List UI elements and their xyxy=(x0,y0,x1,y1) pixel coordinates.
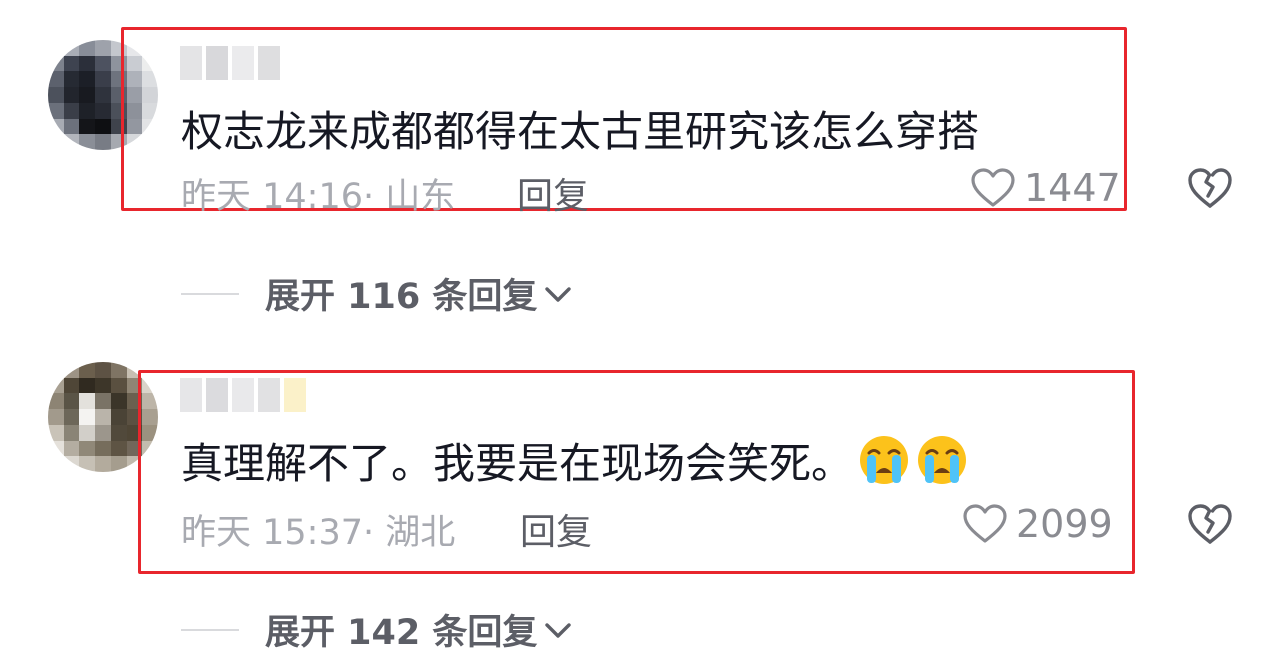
comment-text-content: 真理解不了。我要是在现场会笑死。 xyxy=(181,438,854,488)
comment-item-2: 真理解不了。我要是在现场会笑死。 昨天 15:37· 湖北 回复 2099 展开… xyxy=(0,340,1284,668)
heart-outline-icon xyxy=(971,168,1015,207)
divider-line xyxy=(181,292,239,295)
chevron-down-icon xyxy=(545,286,572,302)
like-count: 2099 xyxy=(1016,502,1113,546)
comment-meta: 昨天 14:16· 山东 xyxy=(181,177,456,217)
comment-text: 权志龙来成都都得在太古里研究该怎么穿搭 xyxy=(181,106,980,156)
broken-heart-icon[interactable] xyxy=(1186,502,1234,546)
expand-replies-button[interactable]: 展开 116 条回复 xyxy=(181,268,575,319)
broken-heart-icon[interactable] xyxy=(1186,166,1234,210)
comment-text: 真理解不了。我要是在现场会笑死。 xyxy=(181,432,969,488)
comment-meta: 昨天 15:37· 湖北 xyxy=(181,513,456,553)
reply-button[interactable]: 回复 xyxy=(520,503,592,555)
expand-replies-label: 展开 116 条回复 xyxy=(265,277,538,317)
divider-line xyxy=(181,628,239,631)
expand-replies-label: 展开 142 条回复 xyxy=(265,613,538,653)
chevron-down-icon xyxy=(545,622,572,638)
heart-outline-icon xyxy=(963,504,1007,543)
like-count: 1447 xyxy=(1024,166,1121,210)
expand-replies-button[interactable]: 展开 142 条回复 xyxy=(181,604,575,655)
crying-emoji-icon xyxy=(860,436,909,484)
like-button[interactable]: 2099 xyxy=(962,502,1113,546)
reply-button[interactable]: 回复 xyxy=(517,167,589,219)
comment-item-1: 权志龙来成都都得在太古里研究该怎么穿搭 昨天 14:16· 山东 回复 1447… xyxy=(0,0,1284,340)
like-button[interactable]: 1447 xyxy=(970,166,1121,210)
crying-emoji-icon xyxy=(918,436,967,484)
